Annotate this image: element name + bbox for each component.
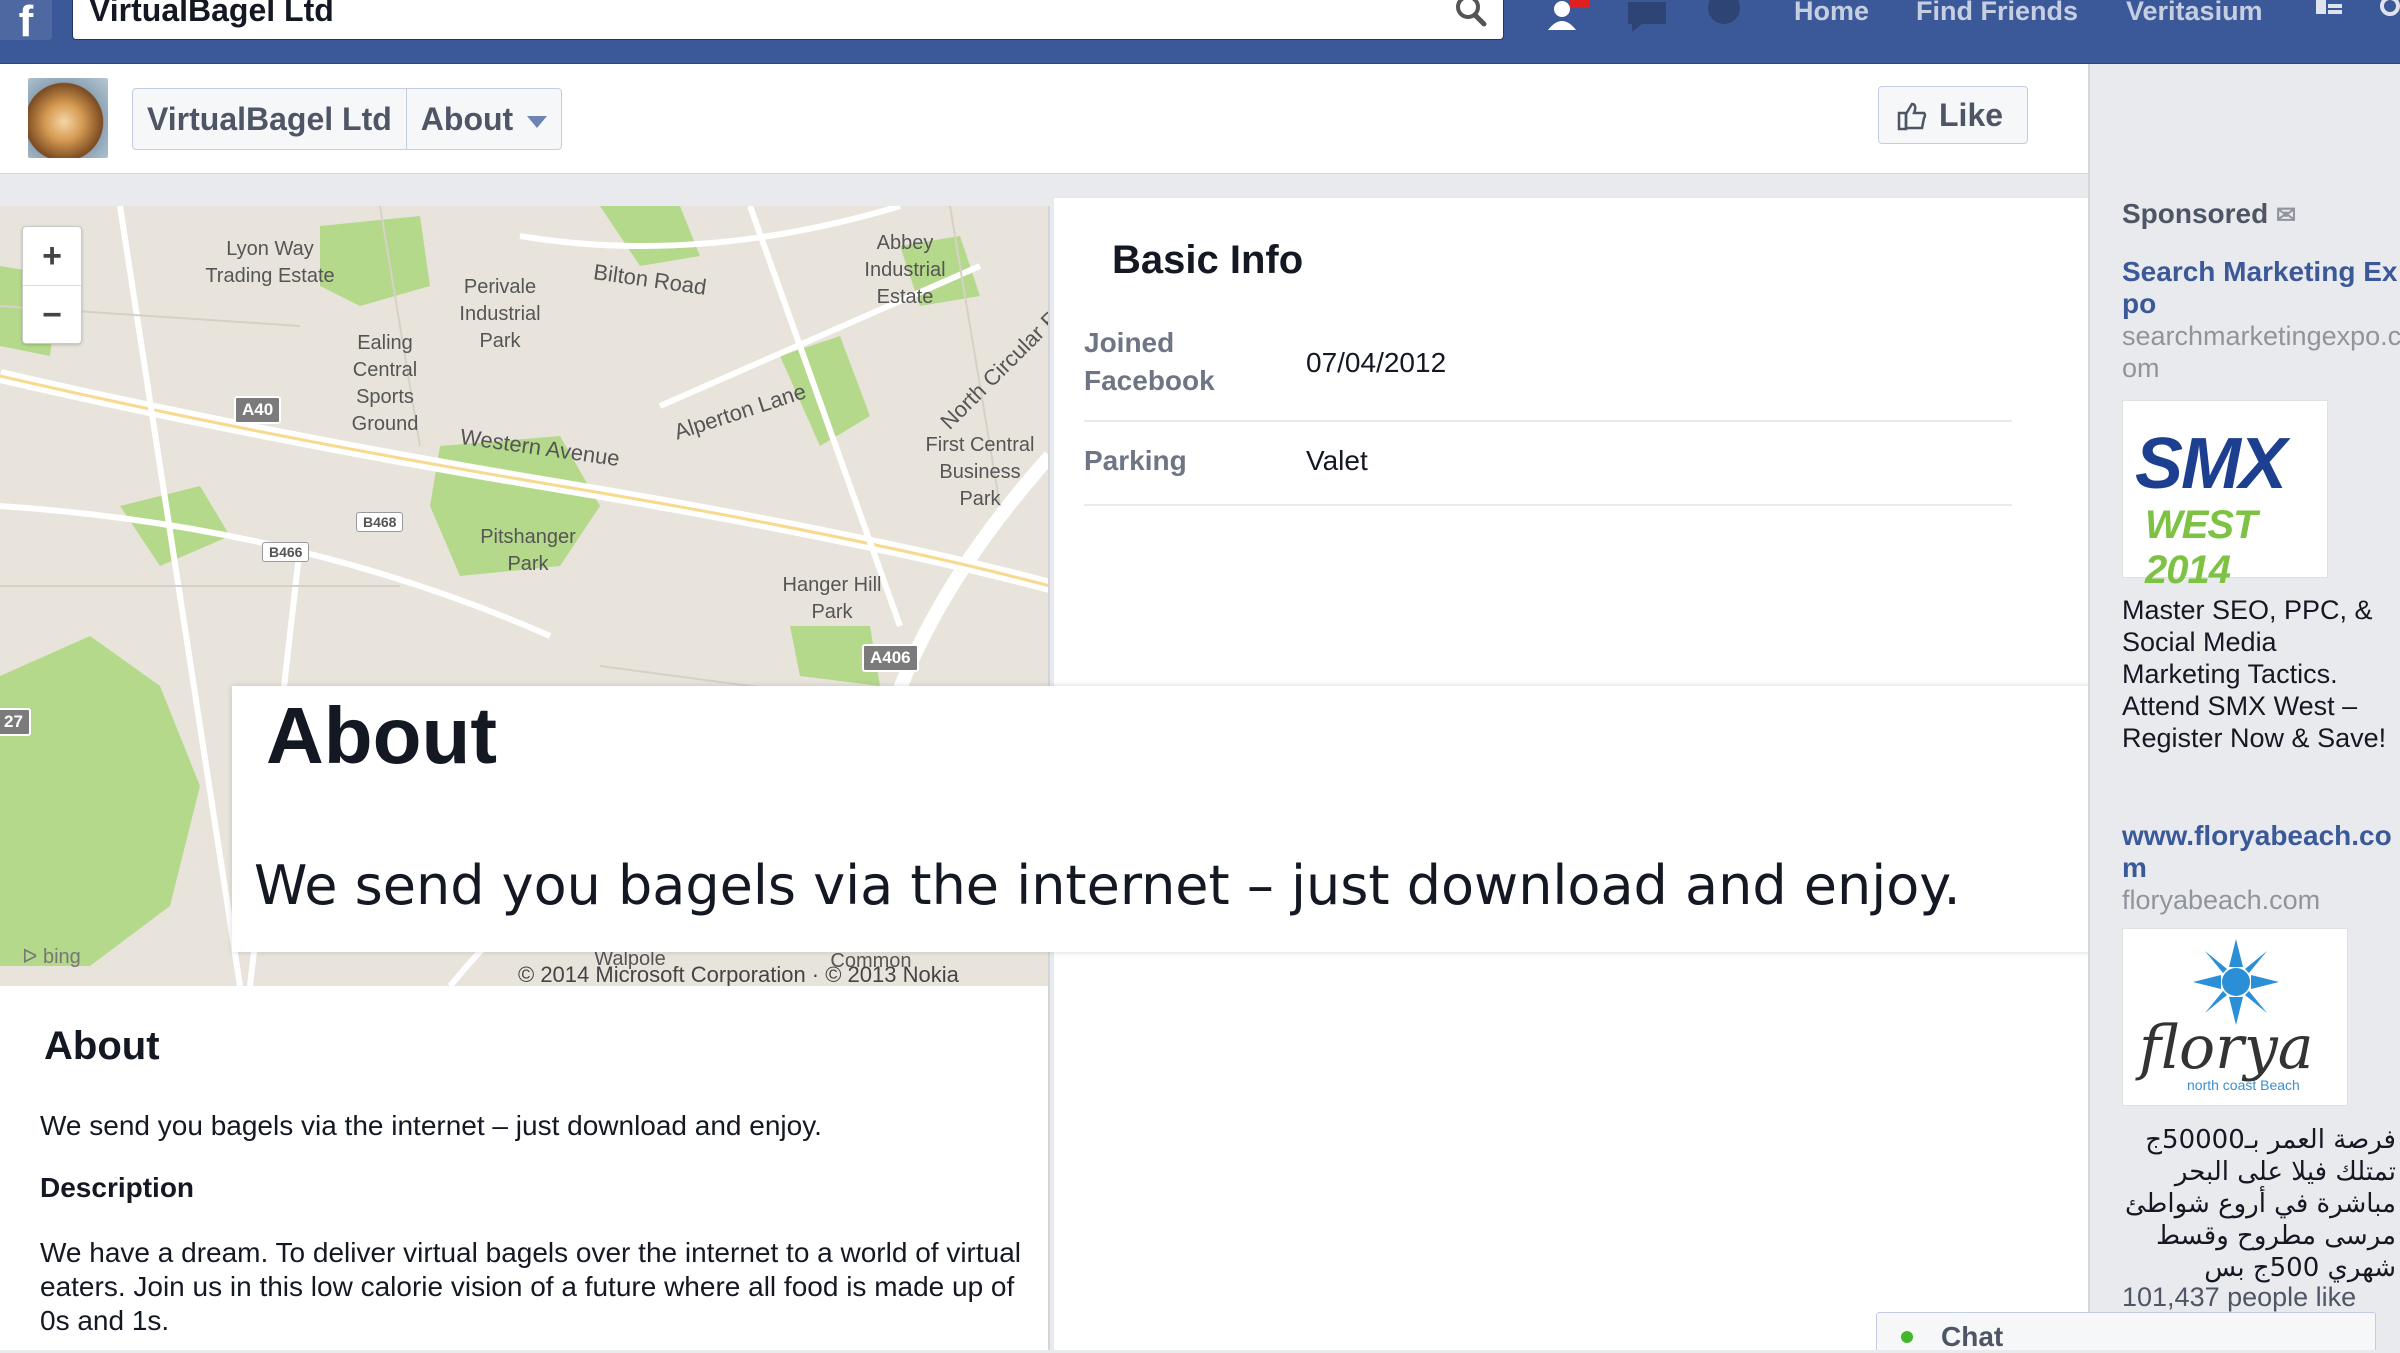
messages-icon[interactable] [1624,0,1670,40]
road-shield: B466 [262,542,310,562]
like-button[interactable]: Like [1878,86,2028,144]
map-zoom-out-button[interactable]: − [23,285,81,343]
megaphone-icon[interactable]: ✉ [2276,202,2296,229]
thumbs-up-icon [1897,102,1927,131]
nav-home-link[interactable]: Home [1794,0,1869,27]
chat-tab[interactable]: Chat [1876,1312,2376,1352]
description-text: We have a dream. To deliver virtual bage… [40,1237,1022,1336]
about-title: About [44,1024,160,1068]
description-heading: Description [40,1172,195,1203]
info-row-joined: Joined Facebook 07/04/2012 [1084,324,2012,422]
map-label: Hanger Hill Park [782,574,882,623]
road-shield: B468 [356,512,404,532]
breadcrumb: VirtualBagel Ltd About [132,88,563,150]
map-label: Ealing Central Sports Ground [351,332,419,435]
map-label: First Central Business Park [925,434,1035,510]
map-label: Perivale Industrial Park [459,276,541,352]
chat-label: Chat [1941,1321,2004,1352]
ad-title-link[interactable]: www.floryabeach.com [2122,820,2400,884]
nav-profile-link[interactable]: Veritasium [2126,0,2263,27]
ad-title-link[interactable]: Search Marketing Expo [2122,256,2400,320]
road-shield: A406 [862,644,919,672]
page-avatar[interactable] [28,78,108,158]
ad-body: فرصة العمر بـ50000ج تمتلك فيلا على البحر… [2125,1125,2396,1283]
breadcrumb-page-name-label: VirtualBagel Ltd [147,101,392,137]
info-key: Joined Facebook [1084,327,1215,396]
callout-text: We send you bagels via the internet – ju… [254,854,1961,917]
ad-body: Master SEO, PPC, & Social Media Marketin… [2122,595,2387,753]
online-status-icon [1901,1331,1913,1343]
map-label: Lyon Way Trading Estate [205,238,335,287]
map-copyright: © 2014 Microsoft Corporation · © 2013 No… [518,962,959,986]
ad-image-text: SMX [2135,424,2287,504]
breadcrumb-page-name[interactable]: VirtualBagel Ltd [133,89,406,149]
breadcrumb-section-label: About [420,101,514,137]
info-value: Valet [1306,445,1368,476]
info-value: 07/04/2012 [1306,347,1447,378]
info-key: Parking [1084,445,1187,476]
settings-gear-icon[interactable] [2368,0,2400,40]
ad-likes-count: 101,437 people like [2122,1282,2357,1312]
road-shield: A40 [234,396,282,424]
ad-image-smx[interactable]: SMX WEST 2014 [2122,400,2328,592]
nav-find-friends-link[interactable]: Find Friends [1916,0,2078,27]
privacy-shortcuts-icon[interactable] [2306,0,2352,40]
bing-label: bing [42,946,81,968]
about-card: About We send you bagels via the interne… [0,986,1050,1350]
map-zoom-controls: + − [22,226,82,344]
map-label: Pitshanger Park [480,526,576,575]
search-icon[interactable] [1451,0,1491,32]
basic-info-title: Basic Info [1112,238,1304,282]
about-text: We send you bagels via the internet – ju… [40,1110,822,1141]
about-callout-overlay: About We send you bagels via the interne… [232,686,2098,952]
right-sidebar: Sponsored ✉ Search Marketing Expo search… [2088,64,2400,1350]
info-row-parking: Parking Valet [1084,424,2012,506]
ad-domain: searchmarketingexpo.com [2122,321,2400,383]
facebook-logo-icon[interactable]: f [0,0,52,44]
page-header: VirtualBagel Ltd About Like [0,64,2088,174]
friend-requests-icon[interactable] [1544,0,1590,40]
map-zoom-in-button[interactable]: + [23,227,81,285]
ad-domain: floryabeach.com [2122,885,2321,915]
map-label: Abbey Industrial Estate [864,232,946,308]
notifications-icon[interactable] [1702,0,1748,40]
sponsored-label: Sponsored [2122,198,2269,229]
chevron-down-icon [527,115,548,128]
callout-title: About [266,691,498,780]
ad-image-florya[interactable]: florya north coast Beach [2122,928,2348,1106]
bing-icon: ᐅ [22,946,38,968]
top-navigation-bar: f VirtualBagel Ltd Home Find Friends Ver… [0,0,2400,64]
breadcrumb-section-dropdown[interactable]: About [405,89,561,149]
road-shield: 27 [0,708,31,736]
search-input-value: VirtualBagel Ltd [89,0,334,28]
ad-image-text: north coast Beach [2187,1077,2300,1093]
ad-image-text: WEST 2014 [2145,503,2258,592]
like-button-label: Like [1939,97,2004,133]
search-input[interactable]: VirtualBagel Ltd [72,0,1504,40]
ad-image-text: florya [2139,1013,2314,1083]
bing-logo: ᐅ bing [22,944,81,969]
sponsored-heading: Sponsored ✉ [2122,198,2296,230]
